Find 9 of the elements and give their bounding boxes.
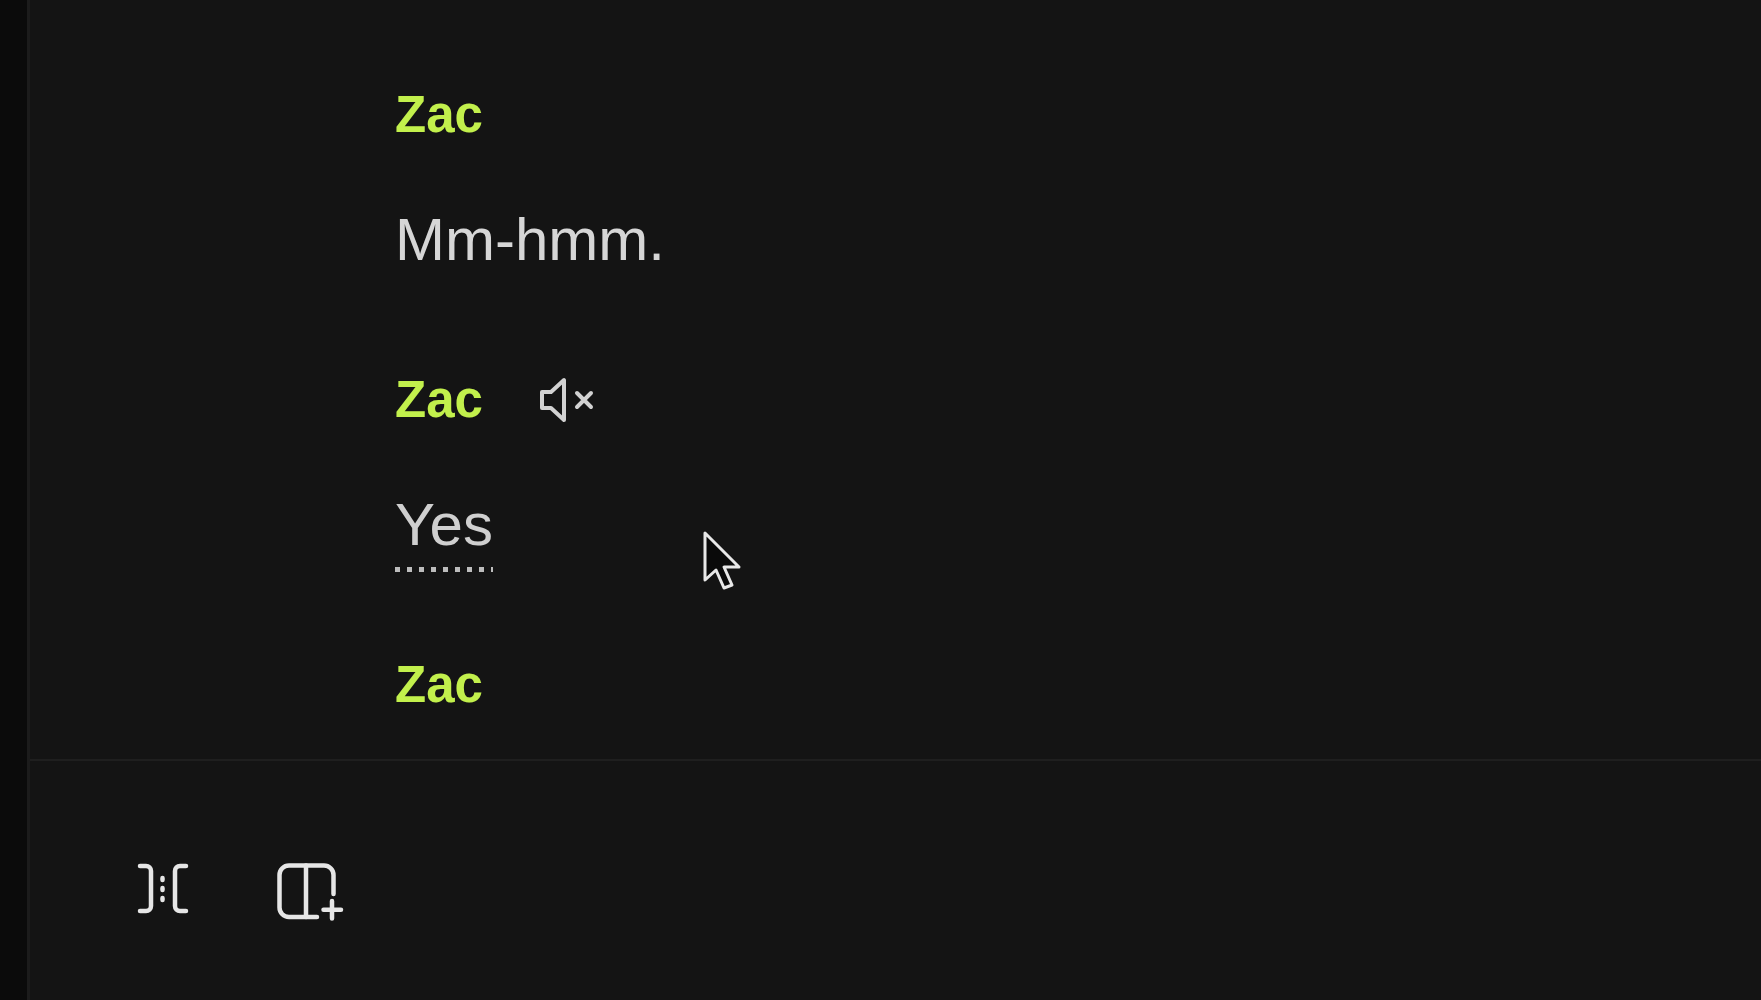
speaker-name: Zac xyxy=(395,89,483,140)
transcript-text: Mm-hmm. xyxy=(395,210,665,270)
mouse-pointer-icon xyxy=(702,530,743,592)
speaker-name: Zac xyxy=(395,374,483,425)
speaker-name: Zac xyxy=(395,659,483,710)
split-button[interactable] xyxy=(137,863,189,914)
brackets-icon xyxy=(137,863,189,914)
add-panel-button[interactable] xyxy=(277,863,344,921)
panel-plus-icon xyxy=(277,863,344,921)
